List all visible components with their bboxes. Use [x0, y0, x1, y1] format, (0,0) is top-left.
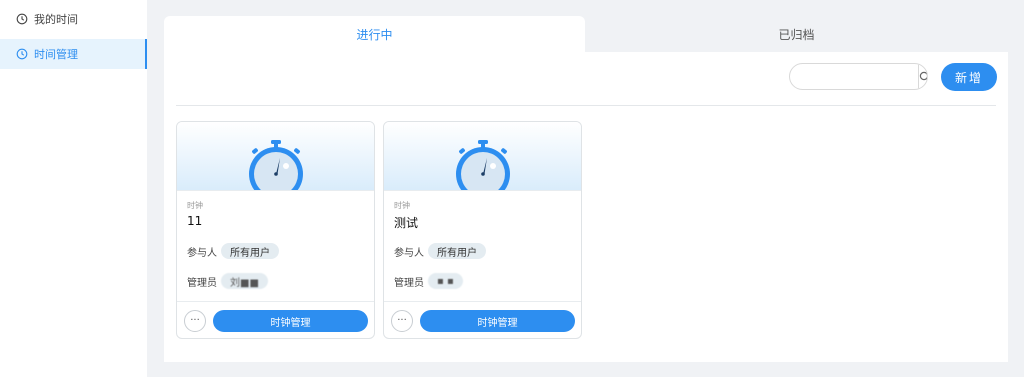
- search-icon[interactable]: [918, 64, 927, 89]
- card-banner: [177, 122, 374, 191]
- participants-chip: 所有用户: [221, 243, 279, 259]
- sidebar-item-my-time[interactable]: 我的时间: [0, 4, 147, 34]
- admin-row: 管理员 ▪ ▪: [394, 273, 463, 289]
- clock-card[interactable]: 时钟 测试 参与人 所有用户 管理员 ▪ ▪ ··· 时钟管理: [383, 121, 582, 339]
- tab-archived[interactable]: 已归档: [585, 16, 1008, 52]
- participants-label: 参与人: [187, 247, 217, 259]
- clock-icon: [16, 48, 28, 60]
- participants-label: 参与人: [394, 247, 424, 259]
- participants-row: 参与人 所有用户: [187, 243, 279, 259]
- sidebar: 我的时间 时间管理: [0, 0, 147, 377]
- card-type: 时钟: [187, 201, 203, 210]
- stopwatch-icon: [249, 140, 303, 190]
- admin-chip: ▪ ▪: [428, 273, 463, 289]
- tab-bar: 进行中 已归档: [164, 16, 1008, 52]
- admin-chip: 刘■■: [221, 273, 268, 289]
- card-footer: ··· 时钟管理: [384, 301, 581, 338]
- clock-manage-button[interactable]: 时钟管理: [420, 310, 575, 332]
- participants-chip: 所有用户: [428, 243, 486, 259]
- divider: [176, 105, 996, 106]
- clock-icon: [16, 13, 28, 25]
- more-button[interactable]: ···: [184, 310, 206, 332]
- sidebar-item-time-management[interactable]: 时间管理: [0, 39, 147, 69]
- card-title: 测试: [394, 216, 419, 230]
- search-box: [789, 63, 928, 90]
- admin-row: 管理员 刘■■: [187, 273, 268, 289]
- clock-manage-button[interactable]: 时钟管理: [213, 310, 368, 332]
- clock-card[interactable]: 时钟 11 参与人 所有用户 管理员 刘■■ ··· 时钟管理: [176, 121, 375, 339]
- participants-row: 参与人 所有用户: [394, 243, 486, 259]
- search-input[interactable]: [790, 64, 918, 89]
- main-panel: 新增 时钟 11 参与人 所有用户 管理员 刘■■ ··· 时钟管理 时钟 测试…: [164, 52, 1008, 362]
- sidebar-item-label: 我的时间: [34, 13, 78, 26]
- stopwatch-icon: [456, 140, 510, 190]
- sidebar-item-label: 时间管理: [34, 48, 78, 61]
- card-footer: ··· 时钟管理: [177, 301, 374, 338]
- card-banner: [384, 122, 581, 191]
- card-type: 时钟: [394, 201, 410, 210]
- tab-in-progress[interactable]: 进行中: [164, 16, 585, 52]
- more-button[interactable]: ···: [391, 310, 413, 332]
- card-title: 11: [187, 214, 203, 228]
- admin-label: 管理员: [394, 277, 424, 289]
- add-new-button[interactable]: 新增: [941, 63, 997, 91]
- admin-label: 管理员: [187, 277, 217, 289]
